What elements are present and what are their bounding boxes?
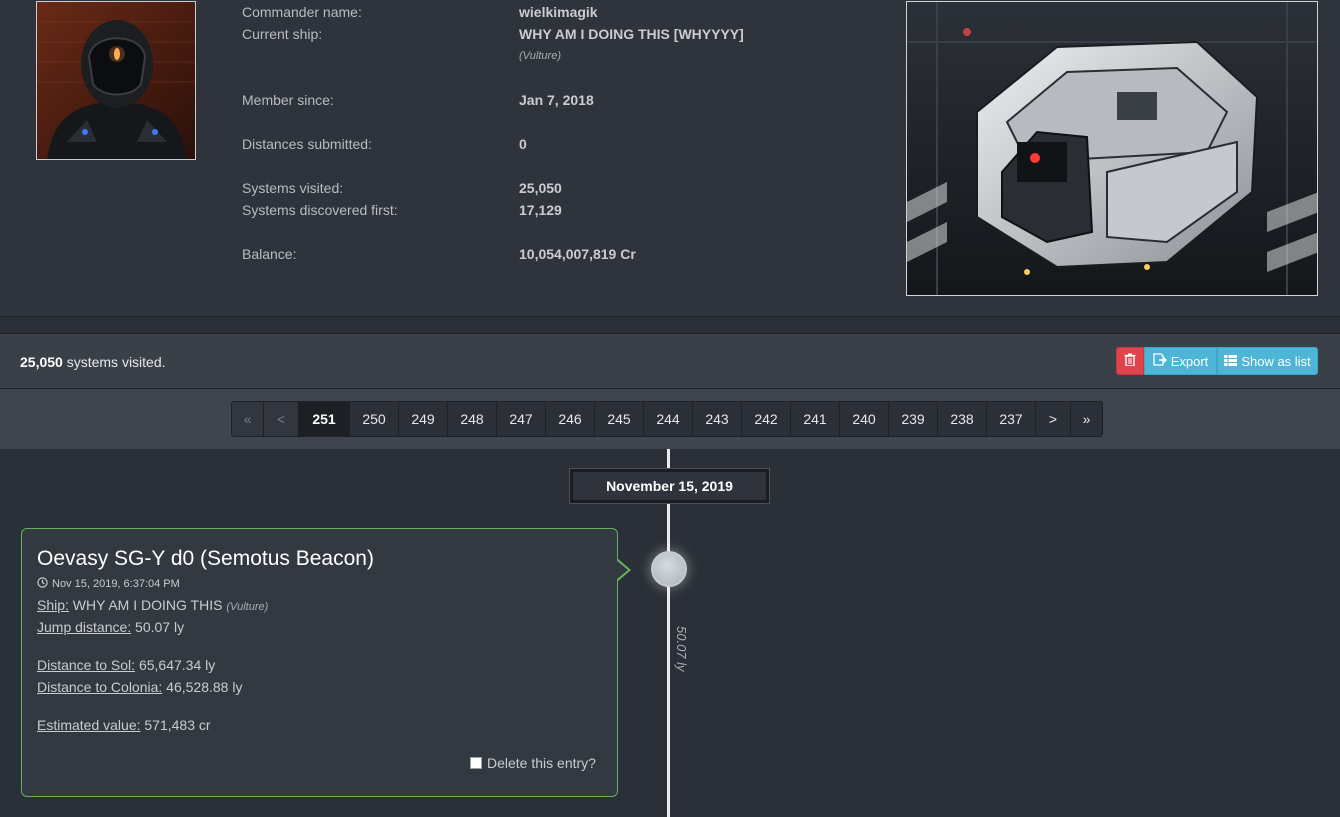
systems-visited-value: 25,050 [519,180,562,196]
page-239[interactable]: 239 [889,401,938,437]
commander-name: wielkimagik [519,4,598,20]
export-label: Export [1170,353,1209,369]
estimated-value-label: Estimated value: [37,717,141,733]
page-241[interactable]: 241 [791,401,840,437]
page-last[interactable]: » [1071,401,1103,437]
jump-distance-value: 50.07 ly [131,619,185,635]
timeline-date-badge: November 15, 2019 [570,469,769,503]
systems-visited-suffix: systems visited. [62,354,166,370]
entry-timestamp: Nov 15, 2019, 6:37:04 PM [37,577,180,591]
member-since-value: Jan 7, 2018 [519,92,594,108]
commander-profile: Commander name: wielkimagik Current ship… [0,0,1340,317]
pagination-bar: « < 251 250 249 248 247 246 245 244 243 … [0,389,1340,449]
timeline-line [667,449,670,817]
list-icon [1224,354,1238,369]
pagination: « < 251 250 249 248 247 246 245 244 243 … [231,401,1103,437]
show-as-list-button[interactable]: Show as list [1217,347,1318,375]
page-next[interactable]: > [1036,401,1071,437]
export-button[interactable]: Export [1144,347,1217,375]
distances-submitted-label: Distances submitted: [242,136,372,152]
distance-colonia-value: 46,528.88 ly [162,679,243,695]
delete-entry-label[interactable]: Delete this entry? [487,755,596,771]
commander-name-label: Commander name: [242,4,362,20]
ship-image [906,1,1318,296]
list-actions: Export Show as list [1116,347,1318,375]
page-251[interactable]: 251 [299,401,350,437]
page-prev[interactable]: < [264,401,299,437]
clock-icon [37,577,48,591]
current-ship-name: WHY AM I DOING THIS [WHYYYY] [519,26,744,42]
delete-entry-checkbox[interactable] [470,757,482,769]
jump-distance-label: Jump distance: [37,619,132,635]
current-ship-type: (Vulture) [519,50,561,62]
systems-visited-summary: 25,050 systems visited. [20,354,166,370]
distance-sol-value: 65,647.34 ly [135,657,216,673]
page-first[interactable]: « [231,401,264,437]
entry-card-pointer-fill [616,560,628,580]
entry-value-row: Estimated value: 571,483 cr [37,717,211,733]
entry-jump-row: Jump distance: 50.07 ly [37,619,184,635]
balance-label: Balance: [242,246,297,262]
show-as-list-label: Show as list [1241,353,1311,369]
systems-visited-label: Systems visited: [242,180,344,196]
page-245[interactable]: 245 [595,401,644,437]
page-248[interactable]: 248 [448,401,497,437]
system-entry-card: Oevasy SG-Y d0 (Semotus Beacon) Nov 15, … [21,528,618,797]
export-icon [1153,353,1167,369]
page-243[interactable]: 243 [693,401,742,437]
page-237[interactable]: 237 [987,401,1036,437]
systems-discovered-value: 17,129 [519,202,562,218]
current-ship-label: Current ship: [242,26,323,42]
page-247[interactable]: 247 [497,401,546,437]
trash-icon [1124,353,1136,369]
ship-name: WHY AM I DOING THIS [68,597,227,613]
distance-sol-label: Distance to Sol: [37,657,136,673]
commander-avatar [36,1,196,160]
page-244[interactable]: 244 [644,401,693,437]
systems-visited-count: 25,050 [20,354,63,370]
ship-label: Ship: [37,597,69,613]
ship-type: (Vulture) [226,601,269,613]
page-240[interactable]: 240 [840,401,889,437]
page-250[interactable]: 250 [350,401,399,437]
entry-sol-row: Distance to Sol: 65,647.34 ly [37,657,215,673]
balance-value: 10,054,007,819 Cr [519,246,636,262]
systems-list-header: 25,050 systems visited. Export Show as l… [0,333,1340,389]
avatar-image [37,2,195,159]
delete-button[interactable] [1116,347,1144,375]
entry-colonia-row: Distance to Colonia: 46,528.88 ly [37,679,242,695]
timeline-jump-label: 50.07 ly [674,626,689,672]
page-238[interactable]: 238 [938,401,987,437]
delete-entry-control[interactable]: Delete this entry? [470,755,596,771]
page-242[interactable]: 242 [742,401,791,437]
member-since-label: Member since: [242,92,334,108]
ship-illustration [907,2,1317,295]
systems-discovered-label: Systems discovered first: [242,202,398,218]
page-249[interactable]: 249 [399,401,448,437]
page-246[interactable]: 246 [546,401,595,437]
entry-timestamp-text: Nov 15, 2019, 6:37:04 PM [52,578,180,590]
estimated-value: 571,483 cr [140,717,211,733]
distance-colonia-label: Distance to Colonia: [37,679,163,695]
entry-ship-row: Ship: WHY AM I DOING THIS (Vulture) [37,597,268,613]
timeline-dot [651,551,687,587]
distances-submitted-value: 0 [519,136,527,152]
system-name[interactable]: Oevasy SG-Y d0 (Semotus Beacon) [37,547,374,571]
